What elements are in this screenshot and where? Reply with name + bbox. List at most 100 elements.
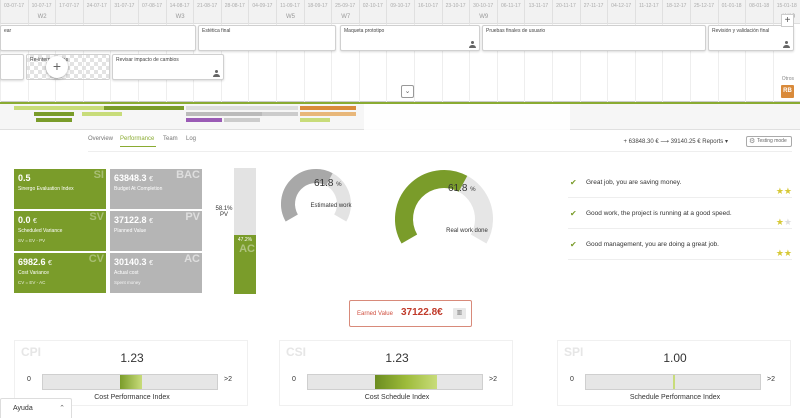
metric-abbr: AC bbox=[184, 253, 200, 265]
testing-mode-button[interactable]: ⚙ Testing mode bbox=[746, 136, 792, 147]
chart-icon[interactable]: ▥ bbox=[453, 308, 466, 319]
timeline-date: 18-12-17 bbox=[662, 0, 689, 24]
check-icon: ✔ bbox=[570, 209, 577, 218]
metric-abbr: SV bbox=[89, 211, 104, 223]
earned-value-amount: 37122.8€ bbox=[401, 307, 443, 318]
tab-performance[interactable]: Performance bbox=[120, 136, 154, 142]
metric-abbr: PV bbox=[185, 211, 200, 223]
app-root: 03-07-17 10-07-17 17-07-17 24-07-17 31-07-17… bbox=[0, 0, 800, 418]
timeline-date: 10-07-17 bbox=[27, 0, 55, 24]
timeline-week: W9 bbox=[479, 14, 489, 20]
progress-vertical-bar: 47.2% AC bbox=[234, 168, 256, 294]
metric-card-cv: CV 6982.6 € Cost Variance CV = EV - AC bbox=[14, 253, 106, 293]
index-min: 0 bbox=[292, 376, 296, 383]
timeline-date: 01-01-18 bbox=[717, 0, 745, 24]
progress-vertical-fill: 47.2% AC bbox=[234, 234, 256, 294]
timeline-date: 02-10-17 bbox=[358, 0, 386, 24]
timeline-week: W3 bbox=[175, 14, 185, 20]
timeline-date: 08-01-18 bbox=[745, 0, 772, 24]
task-label: ear bbox=[4, 28, 12, 34]
metric-card-bac: BAC 63848.3 € Budget At Completion bbox=[110, 169, 202, 209]
index-panel-csi: CSI 1.23 0 >2 Cost Schedule Index bbox=[279, 340, 513, 406]
gantt-task[interactable]: Revisar impacto de cambios bbox=[112, 54, 224, 80]
metric-value: 37122.8 bbox=[114, 215, 147, 225]
minimap-block bbox=[82, 112, 122, 116]
metric-value: 6982.6 bbox=[18, 257, 46, 267]
real-work-percent: 61.8 % bbox=[448, 183, 476, 194]
estimated-work-caption: Estimated work bbox=[310, 203, 352, 209]
index-min: 0 bbox=[27, 376, 31, 383]
ac-tag: AC bbox=[239, 242, 255, 255]
active-tab-underline bbox=[120, 146, 156, 147]
real-work-gauge bbox=[395, 170, 493, 244]
index-fill bbox=[673, 375, 675, 389]
timeline-date: 03-07-17 bbox=[0, 0, 27, 24]
real-work-value: 61.8 bbox=[448, 183, 468, 194]
gantt-task[interactable]: Revisión y validación final bbox=[708, 25, 794, 51]
minimap-block bbox=[186, 106, 298, 110]
tab-divider bbox=[88, 151, 792, 152]
star-icon: ★ bbox=[783, 186, 792, 196]
minimap-viewport[interactable] bbox=[364, 104, 570, 130]
index-panel-cpi: CPI 1.23 0 >2 Cost Performance Index bbox=[14, 340, 248, 406]
metric-value: 30140.3 bbox=[114, 257, 147, 267]
check-icon: ✔ bbox=[570, 240, 577, 249]
top-right-controls: + 63848.30 € ⟶ 39140.25 € Reports ▾ ⚙ Te… bbox=[592, 136, 792, 148]
timeline-header: 03-07-17 10-07-17 17-07-17 24-07-17 31-07-17… bbox=[0, 0, 800, 24]
user-icon bbox=[213, 70, 220, 77]
metric-card-si: SI 0.5 Sinergo Evaluation Index bbox=[14, 169, 106, 209]
collapse-button[interactable]: ⌄ bbox=[401, 85, 414, 98]
task-label: Revisión y validación final bbox=[712, 28, 770, 34]
metric-unit: € bbox=[33, 218, 37, 225]
tab-team[interactable]: Team bbox=[163, 136, 178, 142]
add-task-button[interactable]: + bbox=[46, 56, 68, 78]
pv-tag: PV bbox=[219, 212, 228, 218]
minimap-block bbox=[186, 118, 222, 122]
resource-badge[interactable]: RB bbox=[781, 85, 794, 98]
minimap-block bbox=[14, 106, 104, 110]
gantt-task[interactable]: Maqueta prototipo bbox=[340, 25, 480, 51]
metric-sub: SV = EV - PV bbox=[18, 238, 46, 243]
gantt-task[interactable]: Pruebas finales de usuario bbox=[482, 25, 706, 51]
index-max: >2 bbox=[489, 376, 497, 383]
minimap-block bbox=[36, 118, 72, 122]
gantt-task-dragging[interactable]: Re-intern...cados bbox=[26, 54, 110, 80]
gantt-chart[interactable]: 03-07-17 10-07-17 17-07-17 24-07-17 31-07-17… bbox=[0, 0, 800, 102]
metric-abbr: CV bbox=[88, 253, 104, 265]
index-track bbox=[585, 374, 761, 390]
metric-card-ac: AC 30140.3 € Actual cost Spent money bbox=[110, 253, 202, 293]
metric-label: Planned Value bbox=[114, 228, 147, 234]
real-work-unit: % bbox=[470, 187, 476, 193]
gantt-task[interactable] bbox=[0, 54, 24, 80]
gantt-task[interactable]: Estética final bbox=[198, 25, 336, 51]
metric-card-pv: PV 37122.8 € Planned Value bbox=[110, 211, 202, 251]
metric-sub: Spent money bbox=[114, 280, 141, 285]
metric-label: Cost Variance bbox=[18, 270, 50, 276]
estimated-work-percent: 61.8 % bbox=[314, 178, 342, 189]
minimap-block bbox=[300, 118, 330, 122]
earned-value-label: Earned Value bbox=[357, 311, 393, 317]
metric-value: 0.0 bbox=[18, 215, 31, 225]
timeline-date: 14-08-17 bbox=[165, 0, 193, 24]
help-button[interactable]: Ayuda ⌃ bbox=[0, 398, 72, 418]
minimap-block bbox=[300, 106, 356, 110]
metric-label: Scheduled Variance bbox=[18, 228, 63, 234]
metric-unit: € bbox=[149, 260, 153, 267]
gantt-task[interactable]: ear bbox=[0, 25, 196, 51]
index-value: 1.23 bbox=[385, 351, 409, 365]
timeline-date: 24-07-17 bbox=[82, 0, 110, 24]
metric-card-sv: SV 0.0 € Scheduled Variance SV = EV - PV bbox=[14, 211, 106, 251]
timeline-date: 20-11-17 bbox=[552, 0, 579, 24]
feedback-text: Good management, you are doing a great j… bbox=[586, 241, 719, 248]
tab-overview[interactable]: Overview bbox=[88, 136, 113, 142]
add-row-button[interactable]: + bbox=[781, 14, 794, 27]
tab-log[interactable]: Log bbox=[186, 136, 196, 142]
task-label: Maqueta prototipo bbox=[344, 28, 385, 34]
index-fill bbox=[120, 375, 142, 389]
index-value: 1.00 bbox=[663, 351, 687, 365]
minimap-block bbox=[262, 112, 298, 116]
reports-summary[interactable]: + 63848.30 € ⟶ 39140.25 € Reports ▾ bbox=[623, 138, 728, 145]
timeline-date: 13-11-17 bbox=[524, 0, 551, 24]
gantt-minimap[interactable] bbox=[0, 102, 800, 130]
timeline-date: 25-12-17 bbox=[690, 0, 717, 24]
